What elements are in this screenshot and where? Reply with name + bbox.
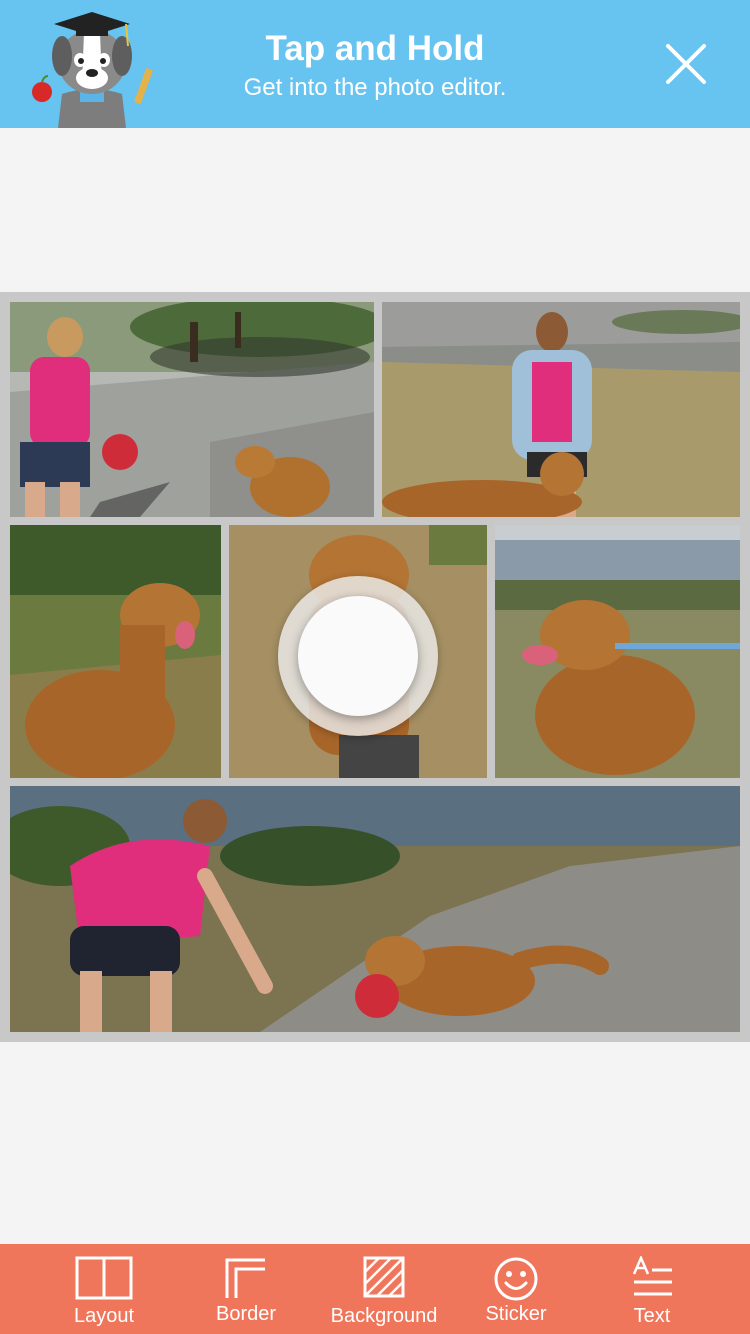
toolbar-background-button[interactable]: Background [322, 1244, 446, 1334]
banner-subtitle: Get into the photo editor. [243, 74, 507, 101]
close-icon [666, 44, 706, 84]
layout-icon [75, 1256, 133, 1300]
bottom-toolbar: Layout Border Background Sticker Text [0, 1244, 750, 1334]
toolbar-text-button[interactable]: Text [602, 1244, 702, 1334]
tap-indicator-dot [298, 596, 418, 716]
banner-title: Tap and Hold [265, 29, 485, 68]
toolbar-sticker-label: Sticker [485, 1303, 547, 1325]
photo-dog-leash-water [495, 525, 740, 778]
collage-photo-6[interactable] [10, 786, 740, 1032]
toolbar-layout-label: Layout [73, 1305, 135, 1327]
collage-photo-1[interactable] [10, 302, 374, 517]
toolbar-layout-button[interactable]: Layout [54, 1244, 154, 1334]
dog-graduate-mascot-icon [32, 12, 153, 128]
toolbar-sticker-button[interactable]: Sticker [466, 1244, 566, 1334]
photo-woman-dog-path [10, 302, 374, 517]
tutorial-banner: Tap and Hold Get into the photo editor. [0, 0, 750, 128]
tap-and-hold-indicator [278, 576, 438, 736]
border-icon [225, 1258, 265, 1298]
photo-woman-denim-dog [382, 302, 740, 517]
background-icon [363, 1256, 405, 1298]
toolbar-border-label: Border [215, 1303, 277, 1325]
collage-photo-3[interactable] [10, 525, 221, 778]
collage-photo-2[interactable] [382, 302, 740, 517]
collage-photo-5[interactable] [495, 525, 740, 778]
toolbar-text-label: Text [633, 1305, 671, 1327]
photo-dog-sitting-grass [10, 525, 221, 778]
close-button[interactable] [656, 34, 716, 94]
photo-woman-playing-dog [10, 786, 740, 1032]
photo-collage [0, 292, 750, 1042]
smiley-icon [494, 1257, 538, 1301]
toolbar-border-button[interactable]: Border [196, 1244, 296, 1334]
toolbar-background-label: Background [330, 1305, 438, 1327]
banner-text: Tap and Hold Get into the photo editor. [150, 28, 600, 104]
text-icon [632, 1256, 672, 1296]
